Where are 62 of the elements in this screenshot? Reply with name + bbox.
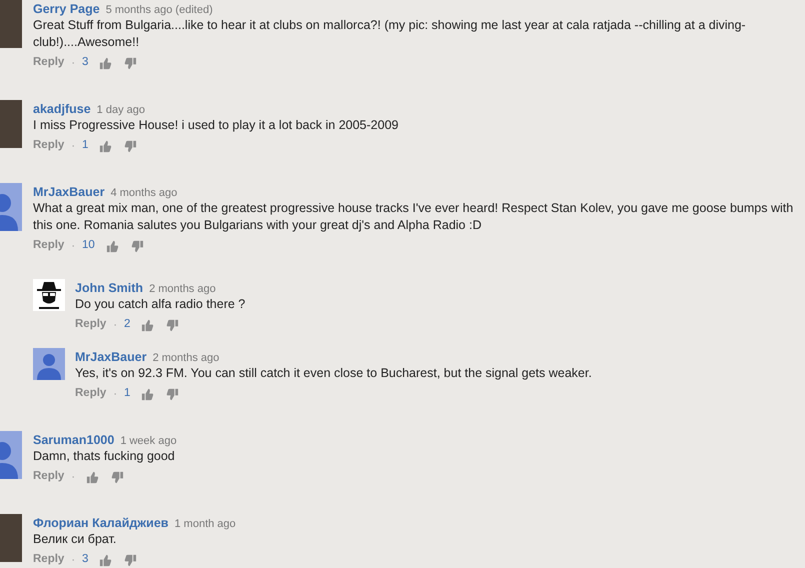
like-count: 3: [82, 552, 88, 568]
comment-text: Велик си брат.: [33, 531, 118, 548]
separator-dot: ·: [71, 238, 75, 254]
thumbs-down-icon[interactable]: [111, 470, 124, 484]
author-name-link[interactable]: Gerry Page: [33, 0, 100, 19]
comment-text: Yes, it's on 92.3 FM. You can still catch it even close to Bucharest, but the signal gets weaker.: [75, 365, 592, 382]
comment-text: Do you catch alfa radio there ?: [75, 296, 246, 313]
reply-link[interactable]: Reply: [33, 137, 64, 155]
thumbs-down-icon[interactable]: [130, 240, 144, 252]
thumbs-up-icon[interactable]: [99, 56, 112, 70]
like-count: 3: [82, 55, 88, 70]
author-name-link[interactable]: Флориан Калайджиев: [33, 514, 168, 533]
separator-dot: ·: [71, 552, 75, 568]
separator-dot: ·: [71, 56, 75, 71]
thumbs-up-icon[interactable]: [106, 240, 119, 252]
author-name-link[interactable]: MrJaxBauer: [75, 348, 147, 367]
author-name-link[interactable]: Saruman1000: [33, 431, 114, 450]
separator-dot: ·: [71, 138, 75, 154]
reply-link[interactable]: Reply: [75, 316, 106, 334]
thumbs-up-icon[interactable]: [86, 470, 99, 484]
comment-time: 5 months ago (edited): [106, 3, 213, 18]
comment-text: I miss Progressive House! i used to play it a lot back in 2005-2009: [33, 117, 398, 134]
thumbs-down-icon[interactable]: [166, 388, 180, 400]
thumbs-down-icon[interactable]: [166, 318, 180, 332]
hat-and-glasses-avatar-icon: [33, 279, 65, 311]
separator-dot: ·: [113, 386, 117, 402]
separator-dot: ·: [71, 470, 75, 485]
comment-time: 4 months ago: [110, 186, 178, 201]
comment-time: 1 week ago: [120, 434, 177, 449]
reply-link[interactable]: Reply: [33, 551, 64, 568]
comment-text: Great Stuff from Bulgaria....like to hear it at clubs on mallorca?! (my pic: showing me last year at cala ratjada --chilling at a diving-club!)....Awesome!!: [33, 17, 747, 51]
like-count: 10: [82, 238, 95, 254]
author-name-link[interactable]: akadjfuse: [33, 100, 91, 119]
default-avatar-icon: [0, 183, 22, 231]
comment-text: Damn, thats fucking good: [33, 448, 176, 465]
thumbs-down-icon[interactable]: [124, 140, 138, 152]
like-count: 1: [124, 386, 130, 402]
default-avatar-icon: [0, 431, 22, 479]
comment-time: 2 months ago: [152, 351, 220, 366]
author-name-link[interactable]: John Smith: [75, 279, 144, 298]
like-count: 1: [82, 138, 88, 154]
thumbs-up-icon[interactable]: [141, 388, 154, 400]
reply-link[interactable]: Reply: [33, 468, 64, 486]
comment-time: 2 months ago: [149, 282, 216, 297]
thumbs-up-icon[interactable]: [141, 318, 154, 332]
reply-link[interactable]: Reply: [33, 54, 64, 72]
author-name-link[interactable]: MrJaxBauer: [33, 183, 105, 202]
comment-time: 1 day ago: [96, 103, 145, 118]
thumbs-up-icon[interactable]: [99, 140, 112, 152]
thumbs-down-icon[interactable]: [124, 56, 138, 70]
comment-text: What a great mix man, one of the greatest progressive house tracks I've ever heard! Respect Stan Kolev, you gave me goose bumps with this one. Romania salutes you Bulgarians with your great dj's and Alpha Radio :D: [33, 200, 794, 234]
avatar-photo-placeholder: [0, 0, 22, 48]
default-avatar-icon: [33, 348, 65, 380]
avatar-photo-placeholder: [0, 100, 22, 148]
comment-time: 1 month ago: [174, 517, 236, 532]
reply-link[interactable]: Reply: [75, 385, 106, 403]
like-count: 2: [124, 317, 130, 332]
separator-dot: ·: [113, 318, 117, 333]
reply-link[interactable]: Reply: [33, 237, 64, 255]
avatar-photo-placeholder: [0, 514, 22, 562]
thumbs-up-icon[interactable]: [99, 554, 112, 566]
thumbs-down-icon[interactable]: [124, 554, 138, 566]
